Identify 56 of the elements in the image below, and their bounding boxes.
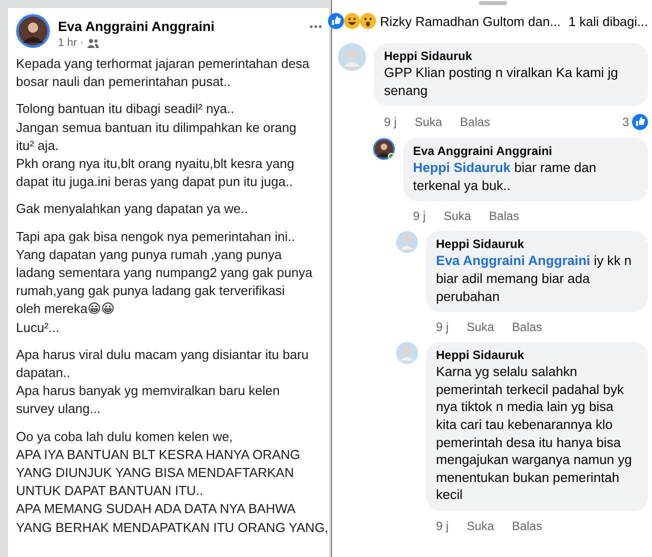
comment-text: Heppi Sidauruk biar rame dan terkenal ya buk.. — [413, 159, 598, 194]
post-text-line: dapat itu juga.ini beras yang dapat pun itu juga.. — [16, 173, 294, 192]
avatar[interactable] — [373, 138, 395, 160]
share-count[interactable]: 1 kali dibagi... — [568, 14, 648, 28]
post-text-line: APA MEMANG SUDAH ADA DATA NYA BAHWA — [16, 500, 297, 518]
reply-link[interactable]: Balas — [512, 320, 542, 334]
friends-icon — [86, 38, 99, 48]
reply-link[interactable]: Balas — [460, 115, 490, 130]
comment-author[interactable]: Eva Anggraini Anggraini — [413, 144, 634, 158]
comment-text: GPP Klian posting n viralkan Ka kami jg senang — [384, 64, 620, 100]
reply-link[interactable]: Balas — [489, 209, 520, 224]
comment-time: 9 j — [384, 115, 397, 130]
post-text-line: YANG DIUNJUK YANG BISA MENDAFTARKAN — [16, 464, 295, 482]
comment-time: 9 j — [413, 209, 426, 224]
post-text-line: Jangan semua bantuan itu dilimpahkan ke orang — [16, 118, 298, 137]
post-text-line: Kepada yang terhormat jajaran pemerintahan desa — [16, 55, 310, 73]
comment-author[interactable]: Heppi Sidauruk — [384, 49, 634, 63]
post-text-line: Apa harus viral dulu macam yang disiantar itu baru — [16, 346, 310, 364]
avatar[interactable] — [16, 14, 50, 48]
comment-text: Karna yg selalu salahkn pemerintah terkecil padahal byk nya tiktok n media lain yg bisa kita cari tau kebenarannya klo pemerintah desa itu hanya bisa mengajukan warganya namun yg menentukan bukan pemerintah kecil — [436, 363, 633, 504]
post-text-line: Tolong bantuan itu dibagi seadil² nya.. — [16, 100, 236, 118]
surprised-face-icon — [360, 13, 376, 29]
comment-time: 9 j — [436, 320, 449, 334]
like-link[interactable]: Suka — [466, 518, 494, 533]
post-text-line: UNTUK DAPAT BANTUAN ITU.. — [16, 482, 204, 500]
like-link[interactable]: Suka — [444, 209, 472, 224]
post-text-line: Lucu²... — [16, 318, 60, 337]
reaction-names[interactable]: Rizky Ramadhan Gultom dan... — [380, 14, 568, 28]
post-text-line: Pkh orang nya itu,blt orang nyaitu,blt kesra yang — [16, 155, 296, 174]
comment-time: 9 j — [436, 518, 449, 533]
post-text-line: ladang sementara yang numpang2 yang gak punya — [16, 264, 314, 282]
post-text-line: survey ulang... — [16, 400, 102, 418]
like-link[interactable]: Suka — [466, 320, 494, 334]
post-text-line: bosar nauli dan pemerintahan pusat.. — [16, 73, 232, 92]
comment-author[interactable]: Heppi Sidauruk — [436, 237, 634, 252]
drag-handle[interactable] — [479, 1, 507, 5]
post-text-line: dapatan.. — [16, 364, 72, 382]
post-text-line: APA IYA BANTUAN BLT KESRA HANYA ORANG — [16, 446, 302, 464]
post-text-line: Tapi apa gak bisa nengok nya pemerintahan ini.. — [16, 228, 296, 246]
comment-text: Eva Anggraini Anggraini iy kk n biar adil memang biar ada perubahan — [436, 252, 633, 306]
post-text-line: rumah,yang gak punya ladang gak terverifikasi — [16, 282, 286, 300]
like-link[interactable]: Suka — [414, 115, 442, 130]
like-count: 3 — [622, 115, 629, 130]
more-menu[interactable]: ••• — [309, 14, 323, 33]
reply-link[interactable]: Balas — [512, 518, 542, 533]
post-text-line: Yang dapatan yang punya rumah ,yang punya — [16, 246, 283, 264]
post-time: 1 hr · — [58, 37, 84, 49]
post-text-line: oleh mereka😀😀 — [16, 300, 116, 318]
post-text-line: itu² aja. — [16, 136, 60, 155]
post-text-line: Apa harus banyak yg memviralkan baru kelen — [16, 382, 281, 400]
laughing-face-icon — [344, 13, 360, 29]
post-text-line: Oo ya coba lah dulu komen kelen we, — [16, 428, 234, 446]
post-author[interactable]: Eva Anggraini Anggraini — [58, 19, 302, 34]
like-icon — [632, 114, 648, 130]
post-text-line: Gak menyalahkan yang dapatan ya we.. — [16, 200, 249, 218]
comment-author[interactable]: Heppi Sidauruk — [436, 348, 634, 362]
